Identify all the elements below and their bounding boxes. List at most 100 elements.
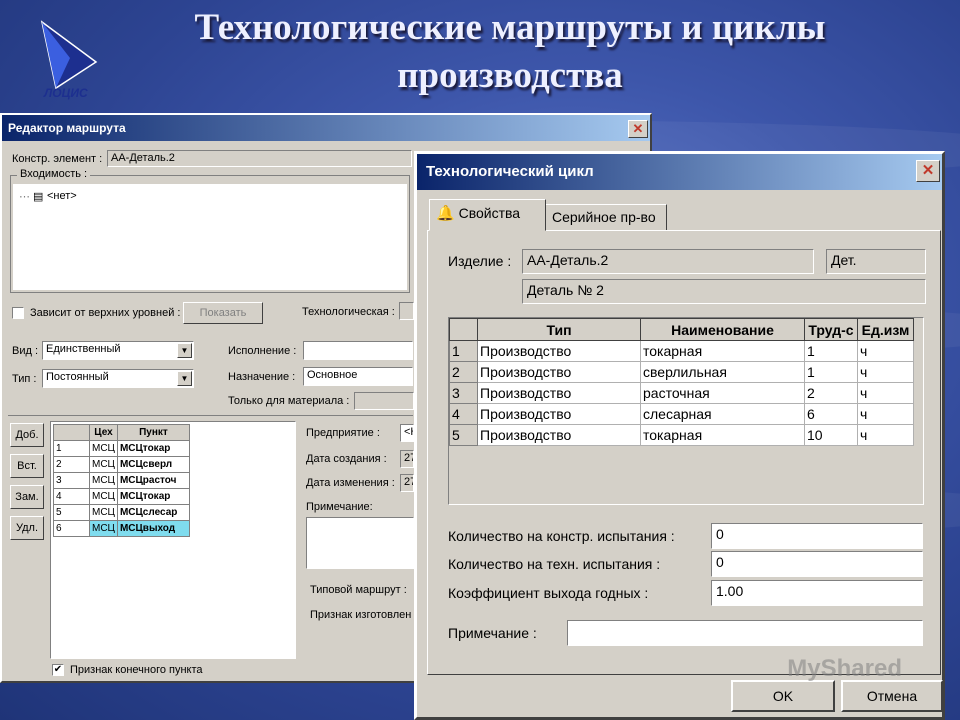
tab-properties[interactable]: 🔔 Свойства — [429, 199, 546, 231]
tab-serial[interactable]: Серийное пр-во — [545, 204, 667, 231]
document-icon: ▤ — [33, 191, 44, 203]
row-number: 2 — [53, 456, 90, 473]
insert-button[interactable]: Вст. — [10, 454, 44, 478]
vhodimost-group: Входимость : ⋯ ▤ <нет> — [10, 168, 410, 293]
ed-cell: ч — [857, 382, 914, 404]
final-point-checkbox[interactable]: ✔ — [52, 664, 64, 676]
table-header: Пункт — [116, 424, 190, 441]
tip-cell: Производство — [477, 361, 641, 383]
table-header-row: Тип Наименование Труд-с Ед.изм — [449, 318, 914, 341]
table-row[interactable]: 6 МСЦ МСЦвыход — [53, 520, 190, 537]
trud-cell: 2 — [804, 382, 858, 404]
izdelie-type-field[interactable]: Дет. — [826, 249, 926, 274]
table-row[interactable]: 4 МСЦ МСЦтокар — [53, 488, 190, 505]
note-field[interactable] — [306, 517, 414, 569]
only-material-field[interactable] — [354, 392, 414, 410]
name-cell: токарная — [640, 424, 805, 446]
divider — [8, 415, 413, 416]
table-header: Наименование — [640, 318, 805, 341]
only-material-label: Только для материала : — [228, 395, 350, 407]
date-changed-field[interactable]: 27 — [400, 474, 414, 492]
table-row[interactable]: 4 Производство слесарная 6 ч — [449, 403, 914, 425]
table-header: Труд-с — [804, 318, 858, 341]
trud-cell: 6 — [804, 403, 858, 425]
qty-konstr-field[interactable]: 0 — [711, 523, 923, 549]
izdelie-field[interactable]: АА-Деталь.2 — [522, 249, 814, 274]
punkt-cell: МСЦвыход — [116, 520, 190, 537]
table-row[interactable]: 3 МСЦ МСЦрасточ — [53, 472, 190, 489]
ed-cell: ч — [857, 361, 914, 383]
table-row[interactable]: 3 Производство расточная 2 ч — [449, 382, 914, 404]
table-row[interactable]: 1 МСЦ МСЦтокар — [53, 440, 190, 457]
show-button[interactable]: Показать — [183, 302, 263, 324]
konstr-field[interactable]: АА-Деталь.2 — [107, 150, 412, 167]
row-number: 3 — [53, 472, 90, 489]
row-number: 2 — [449, 361, 478, 383]
date-created-field[interactable]: 27 — [400, 450, 414, 468]
predpriyatie-label: Предприятие : — [306, 427, 380, 439]
vhodimost-label: Входимость : — [17, 168, 91, 180]
vhodimost-tree[interactable]: ⋯ ▤ <нет> — [13, 184, 407, 290]
izdelie-name-field[interactable]: Деталь № 2 — [522, 279, 926, 304]
row-number: 1 — [449, 340, 478, 362]
name-cell: слесарная — [640, 403, 805, 425]
date-created-label: Дата создания : — [306, 453, 387, 465]
tree-connector: ⋯ — [19, 191, 30, 203]
route-editor-titlebar: Редактор маршрута — [2, 115, 650, 141]
row-number: 4 — [449, 403, 478, 425]
table-row[interactable]: 5 МСЦ МСЦслесар — [53, 504, 190, 521]
table-header: Цех — [89, 424, 118, 441]
vid-select[interactable]: Единственный ▼ — [42, 341, 194, 360]
table-header-row: Цех Пункт — [53, 424, 190, 441]
chevron-down-icon[interactable]: ▼ — [177, 371, 192, 386]
tech-cycle-titlebar: Технологический цикл — [417, 154, 942, 190]
cancel-button[interactable]: Отмена — [841, 680, 943, 712]
izdelie-label: Изделие : — [448, 253, 512, 269]
ed-cell: ч — [857, 424, 914, 446]
ok-button[interactable]: OK — [731, 680, 835, 712]
naznachenie-field[interactable]: Основное — [303, 367, 413, 386]
tab-serial-label: Серийное пр-во — [552, 209, 656, 225]
qty-tech-field[interactable]: 0 — [711, 551, 923, 577]
tech-field[interactable] — [399, 302, 414, 320]
tip-select[interactable]: Постоянный ▼ — [42, 369, 194, 388]
cycle-note-field[interactable] — [567, 620, 923, 646]
final-point-label: Признак конечного пункта — [70, 664, 203, 676]
route-table-area[interactable]: Цех Пункт 1 МСЦ МСЦтокар 2 МСЦ МСЦсверл 3 МСЦ МС… — [50, 421, 296, 659]
note-label: Примечание: — [306, 501, 373, 513]
name-cell: сверлильная — [640, 361, 805, 383]
trud-cell: 10 — [804, 424, 858, 446]
operations-table-area[interactable]: Тип Наименование Труд-с Ед.изм 1 Производ… — [448, 317, 924, 505]
depends-checkbox[interactable] — [12, 307, 24, 319]
ceh-cell: МСЦ — [89, 520, 118, 537]
chevron-down-icon[interactable]: ▼ — [177, 343, 192, 358]
tech-cycle-title: Технологический цикл — [426, 163, 594, 180]
table-header: Тип — [477, 318, 641, 341]
table-row[interactable]: 2 МСЦ МСЦсверл — [53, 456, 190, 473]
coef-field[interactable]: 1.00 — [711, 580, 923, 606]
properties-panel: Изделие : АА-Деталь.2 Дет. Деталь № 2 Ти… — [427, 230, 941, 675]
add-button[interactable]: Доб. — [10, 423, 44, 447]
replace-button[interactable]: Зам. — [10, 485, 44, 509]
table-row[interactable]: 5 Производство токарная 10 ч — [449, 424, 914, 446]
slide-title: Технологические маршруты и циклы произво… — [194, 7, 826, 96]
close-icon[interactable]: ✕ — [628, 120, 648, 138]
row-number: 4 — [53, 488, 90, 505]
table-header — [449, 318, 478, 341]
ceh-cell: МСЦ — [89, 472, 118, 489]
close-icon[interactable]: ✕ — [916, 160, 940, 182]
name-cell: расточная — [640, 382, 805, 404]
trud-cell: 1 — [804, 340, 858, 362]
ispolnenie-field[interactable] — [303, 341, 413, 360]
ed-cell: ч — [857, 340, 914, 362]
table-row[interactable]: 2 Производство сверлильная 1 ч — [449, 361, 914, 383]
ceh-cell: МСЦ — [89, 504, 118, 521]
delete-button[interactable]: Удл. — [10, 516, 44, 540]
tree-item[interactable]: <нет> — [47, 190, 77, 202]
predpriyatie-field[interactable]: <Н — [400, 424, 414, 442]
table-row[interactable]: 1 Производство токарная 1 ч — [449, 340, 914, 362]
typical-route-label: Типовой маршрут : — [310, 584, 407, 596]
cycle-note-label: Примечание : — [448, 625, 537, 641]
ceh-cell: МСЦ — [89, 456, 118, 473]
punkt-cell: МСЦтокар — [116, 488, 190, 505]
